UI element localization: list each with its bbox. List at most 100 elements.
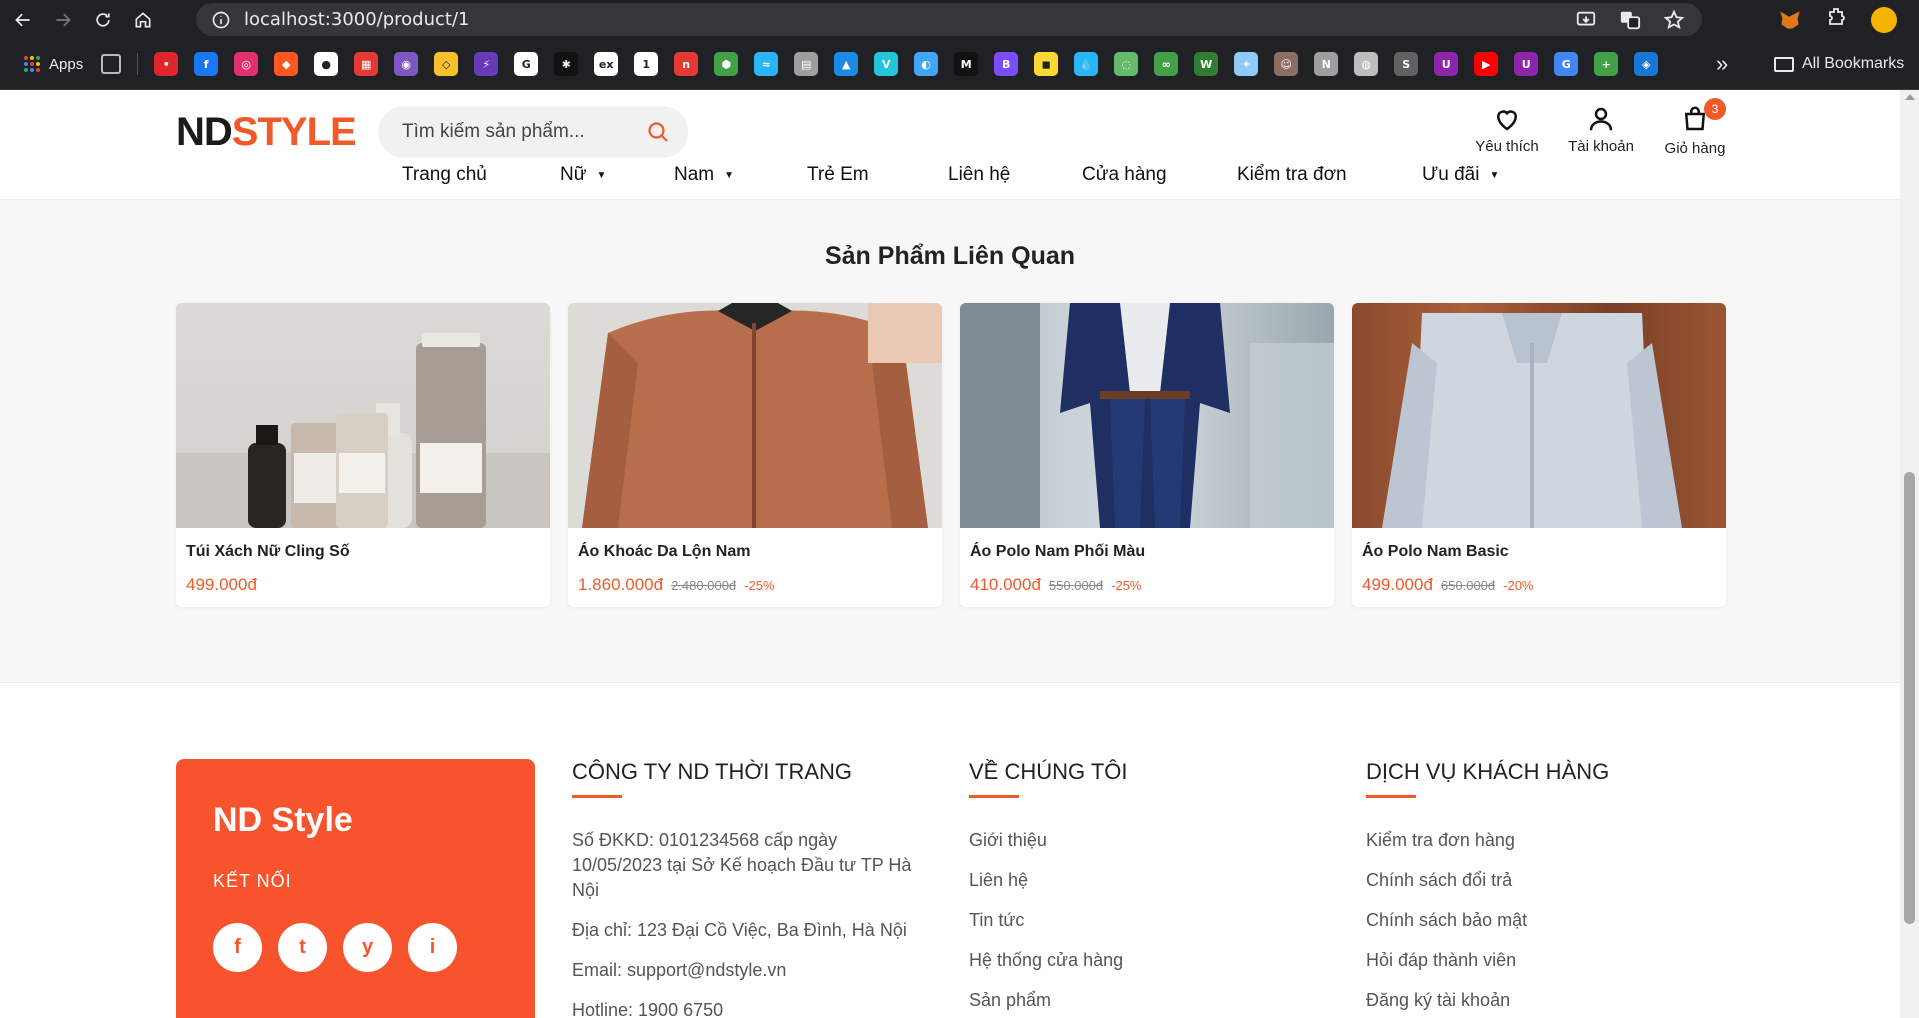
bm-youtube-icon[interactable]: ▶ xyxy=(1474,52,1499,76)
nav-item-women[interactable]: Nữ ▼ xyxy=(560,164,606,186)
bm-25-icon[interactable]: ◌ xyxy=(1114,52,1139,76)
product-name[interactable]: Áo Khoác Da Lộn Nam xyxy=(578,543,750,561)
bm-15-icon[interactable]: ⬢ xyxy=(714,52,739,76)
youtube-icon[interactable]: y xyxy=(343,923,392,972)
product-image[interactable] xyxy=(1352,303,1726,528)
address-bar[interactable]: localhost:3000/product/1 xyxy=(196,3,1702,36)
scrollbar-thumb[interactable] xyxy=(1904,472,1915,924)
footer-link-register[interactable]: Đăng ký tài khoản xyxy=(1366,988,1609,1013)
bm-28-icon[interactable]: ✦ xyxy=(1234,52,1259,76)
account-button[interactable]: Tài khoản xyxy=(1554,104,1648,157)
bm-35-icon[interactable]: U xyxy=(1514,52,1539,76)
bm-38-icon[interactable]: ◈ xyxy=(1634,52,1659,76)
bm-github-icon[interactable]: ● xyxy=(314,52,339,76)
bookmark-star-icon[interactable] xyxy=(1662,8,1686,32)
site-logo[interactable]: NDSTYLE xyxy=(176,110,357,155)
bm-1-icon[interactable]: • xyxy=(154,52,179,76)
metamask-extension-icon[interactable] xyxy=(1777,7,1803,33)
install-app-icon[interactable] xyxy=(1574,8,1598,32)
bm-8-icon[interactable]: ◇ xyxy=(434,52,459,76)
bm-ex-icon[interactable]: ex xyxy=(594,52,619,76)
product-image[interactable] xyxy=(960,303,1334,528)
company-email[interactable]: Email: support@ndstyle.vn xyxy=(572,958,927,983)
footer-link-return-policy[interactable]: Chính sách đổi trả xyxy=(1366,868,1609,893)
bm-24-icon[interactable]: 💧 xyxy=(1074,52,1099,76)
bm-14-icon[interactable]: n xyxy=(674,52,699,76)
bm-37-icon[interactable]: + xyxy=(1594,52,1619,76)
bm-32-icon[interactable]: S xyxy=(1394,52,1419,76)
bm-21-icon[interactable]: M xyxy=(954,52,979,76)
nav-item-kids[interactable]: Trẻ Em xyxy=(807,164,869,186)
product-card[interactable]: Túi Xách Nữ Cling Số 499.000đ xyxy=(176,303,550,607)
bm-27-icon[interactable]: W xyxy=(1194,52,1219,76)
nav-item-stores[interactable]: Cửa hàng xyxy=(1082,164,1167,186)
scroll-up-arrow-icon[interactable] xyxy=(1905,94,1915,100)
back-button[interactable] xyxy=(6,3,40,37)
footer-link-privacy-policy[interactable]: Chính sách bảo mật xyxy=(1366,908,1609,933)
product-name[interactable]: Túi Xách Nữ Cling Số xyxy=(186,543,350,561)
translate-icon[interactable] xyxy=(1618,8,1642,32)
nav-item-men[interactable]: Nam ▼ xyxy=(674,164,734,186)
bm-18-icon[interactable]: ▲ xyxy=(834,52,859,76)
facebook-icon[interactable]: f xyxy=(213,923,262,972)
home-button[interactable] xyxy=(126,3,160,37)
bm-23-icon[interactable]: ◼ xyxy=(1034,52,1059,76)
more-bookmarks-chevron-icon[interactable]: » xyxy=(1716,51,1728,77)
bm-20-icon[interactable]: ◐ xyxy=(914,52,939,76)
search-input[interactable] xyxy=(402,121,632,143)
product-name[interactable]: Áo Polo Nam Basic xyxy=(1362,543,1509,561)
product-image[interactable] xyxy=(568,303,942,528)
product-price-row: 499.000đ 650.000đ -20% xyxy=(1362,575,1534,595)
instagram-icon[interactable]: i xyxy=(408,923,457,972)
bm-4-icon[interactable]: ◆ xyxy=(274,52,299,76)
bookmark-apps[interactable]: Apps xyxy=(24,55,83,73)
footer-link-order-check[interactable]: Kiểm tra đơn hàng xyxy=(1366,828,1609,853)
product-card[interactable]: Áo Polo Nam Phối Màu 410.000đ 550.000đ -… xyxy=(960,303,1334,607)
bm-16-icon[interactable]: ≈ xyxy=(754,52,779,76)
footer-link-products[interactable]: Sản phẩm xyxy=(969,988,1128,1013)
bm-17-icon[interactable]: ▤ xyxy=(794,52,819,76)
nav-item-order-check[interactable]: Kiểm tra đơn xyxy=(1237,164,1347,186)
bm-31-icon[interactable]: ◍ xyxy=(1354,52,1379,76)
footer-link-member-faq[interactable]: Hỏi đáp thành viên xyxy=(1366,948,1609,973)
extensions-puzzle-icon[interactable] xyxy=(1825,5,1849,34)
bm-11-icon[interactable]: ✱ xyxy=(554,52,579,76)
bm-7-icon[interactable]: ◉ xyxy=(394,52,419,76)
product-card[interactable]: Áo Khoác Da Lộn Nam 1.860.000đ 2.480.000… xyxy=(568,303,942,607)
bm-9-icon[interactable]: ⚡ xyxy=(474,52,499,76)
reload-button[interactable] xyxy=(86,3,120,37)
bm-13-icon[interactable]: 1 xyxy=(634,52,659,76)
nav-item-home[interactable]: Trang chủ xyxy=(402,164,487,186)
product-name[interactable]: Áo Polo Nam Phối Màu xyxy=(970,543,1145,561)
bm-6-icon[interactable]: ▦ xyxy=(354,52,379,76)
tab-groups-icon[interactable] xyxy=(101,54,122,74)
bm-29-icon[interactable]: ☺ xyxy=(1274,52,1299,76)
footer-link-contact[interactable]: Liên hệ xyxy=(969,868,1128,893)
product-card[interactable]: Áo Polo Nam Basic 499.000đ 650.000đ -20% xyxy=(1352,303,1726,607)
profile-avatar[interactable] xyxy=(1871,6,1897,33)
forward-button[interactable] xyxy=(46,3,80,37)
bm-instagram-icon[interactable]: ◎ xyxy=(234,52,259,76)
nav-item-contact[interactable]: Liên hệ xyxy=(948,164,1010,186)
product-image[interactable] xyxy=(176,303,550,528)
footer-link-stores[interactable]: Hệ thống cửa hàng xyxy=(969,948,1128,973)
twitter-icon[interactable]: t xyxy=(278,923,327,972)
bm-google-icon[interactable]: G xyxy=(514,52,539,76)
bm-translate-icon[interactable]: G xyxy=(1554,52,1579,76)
cart-button[interactable]: 3 Giỏ hàng xyxy=(1648,98,1742,157)
info-icon[interactable] xyxy=(210,9,232,31)
search-icon[interactable] xyxy=(646,120,670,144)
page-scrollbar[interactable] xyxy=(1900,90,1919,1018)
company-hotline[interactable]: Hotline: 1900 6750 xyxy=(572,998,927,1018)
footer-link-about[interactable]: Giới thiệu xyxy=(969,828,1128,853)
footer-link-news[interactable]: Tin tức xyxy=(969,908,1128,933)
nav-item-deals[interactable]: Ưu đãi ▼ xyxy=(1422,164,1499,186)
bm-facebook-icon[interactable]: f xyxy=(194,52,219,76)
all-bookmarks-button[interactable]: All Bookmarks xyxy=(1774,55,1904,73)
bm-19-icon[interactable]: V xyxy=(874,52,899,76)
bm-33-icon[interactable]: U xyxy=(1434,52,1459,76)
bm-30-icon[interactable]: N xyxy=(1314,52,1339,76)
bm-26-icon[interactable]: ∞ xyxy=(1154,52,1179,76)
bm-22-icon[interactable]: B xyxy=(994,52,1019,76)
wishlist-button[interactable]: Yêu thích xyxy=(1460,104,1554,157)
